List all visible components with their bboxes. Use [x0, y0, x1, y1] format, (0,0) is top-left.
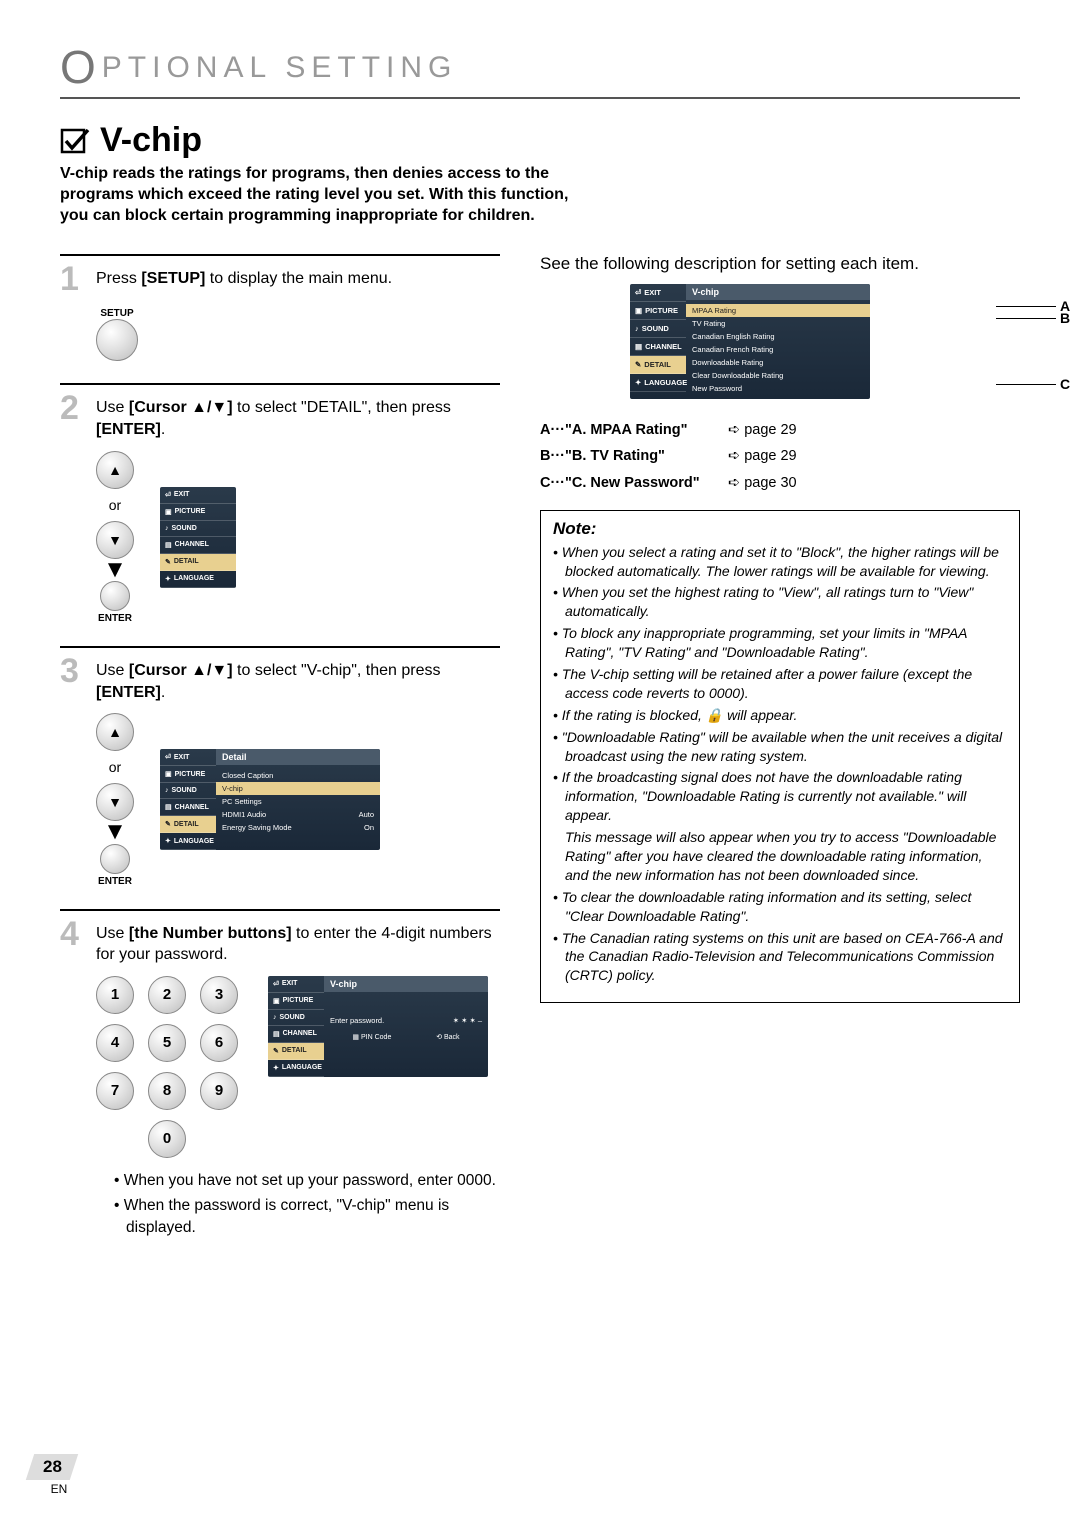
num-button: 0 [148, 1120, 186, 1158]
see-description: See the following description for settin… [540, 254, 1020, 274]
setup-button-illus: SETUP [96, 306, 138, 361]
step-3: 3 Use [Cursor ▲/▼] to select "V-chip", t… [60, 646, 500, 887]
step-2: 2 Use [Cursor ▲/▼] to select "DETAIL", t… [60, 383, 500, 624]
osd-detail-list: ⏎EXIT ▣PICTURE ♪SOUND ▤CHANNEL ✎DETAIL ✦… [160, 749, 380, 850]
osd-menu-detail: ⏎EXIT ▣PICTURE ♪SOUND ▤CHANNEL ✎DETAIL ✦… [160, 487, 236, 588]
page-ref-arrow-icon: ➪ [728, 443, 740, 469]
osd-vchip-password: ⏎EXIT ▣PICTURE ♪SOUND ▤CHANNEL ✎DETAIL ✦… [268, 976, 488, 1077]
num-button: 2 [148, 976, 186, 1014]
step4-bullets: When you have not set up your password, … [114, 1170, 500, 1239]
page-header: OPTIONAL SETTING [60, 40, 1020, 99]
section-title-row: V-chip [60, 121, 1020, 160]
step-text: Press [SETUP] to display the main menu. [96, 262, 500, 290]
num-button: 7 [96, 1072, 134, 1110]
step-4: 4 Use [the Number buttons] to enter the … [60, 909, 500, 1239]
step-number: 4 [60, 917, 84, 951]
checkbox-icon [60, 126, 90, 156]
num-button: 4 [96, 1024, 134, 1062]
num-button: 1 [96, 976, 134, 1014]
num-button: 9 [200, 1072, 238, 1110]
num-button: 8 [148, 1072, 186, 1110]
num-button: 3 [200, 976, 238, 1014]
note-title: Note: [553, 519, 1007, 539]
step-number: 3 [60, 654, 84, 688]
num-button: 5 [148, 1024, 186, 1062]
cursor-up-down-illus: ▲ or ▼ ▼ ENTER [96, 713, 134, 886]
section-title: V-chip [100, 121, 202, 160]
step-text: Use [the Number buttons] to enter the 4-… [96, 917, 500, 966]
note-box: Note: When you select a rating and set i… [540, 510, 1020, 1004]
page-ref-arrow-icon: ➪ [728, 470, 740, 496]
page-number: 28 EN [30, 1454, 74, 1496]
cursor-up-down-illus: ▲ or ▼ ▼ ENTER [96, 451, 134, 624]
step-1: 1 Press [SETUP] to display the main menu… [60, 254, 500, 361]
osd-vchip-menu-callout: ⏎EXIT ▣PICTURE ♪SOUND ▤CHANNEL ✎DETAIL ✦… [630, 284, 1020, 399]
step-text: Use [Cursor ▲/▼] to select "V-chip", the… [96, 654, 500, 703]
num-button: 6 [200, 1024, 238, 1062]
reference-table: A···"A. MPAA Rating" ➪ page 29 B···"B. T… [540, 417, 1020, 495]
step-number: 2 [60, 391, 84, 425]
step-text: Use [Cursor ▲/▼] to select "DETAIL", the… [96, 391, 500, 440]
page-ref-arrow-icon: ➪ [728, 417, 740, 443]
note-list: When you select a rating and set it to "… [553, 543, 1007, 986]
section-intro: V-chip reads the ratings for programs, t… [60, 164, 600, 226]
step-number: 1 [60, 262, 84, 296]
number-pad-illus: 1 2 3 4 5 6 7 8 9 0 [96, 976, 242, 1158]
